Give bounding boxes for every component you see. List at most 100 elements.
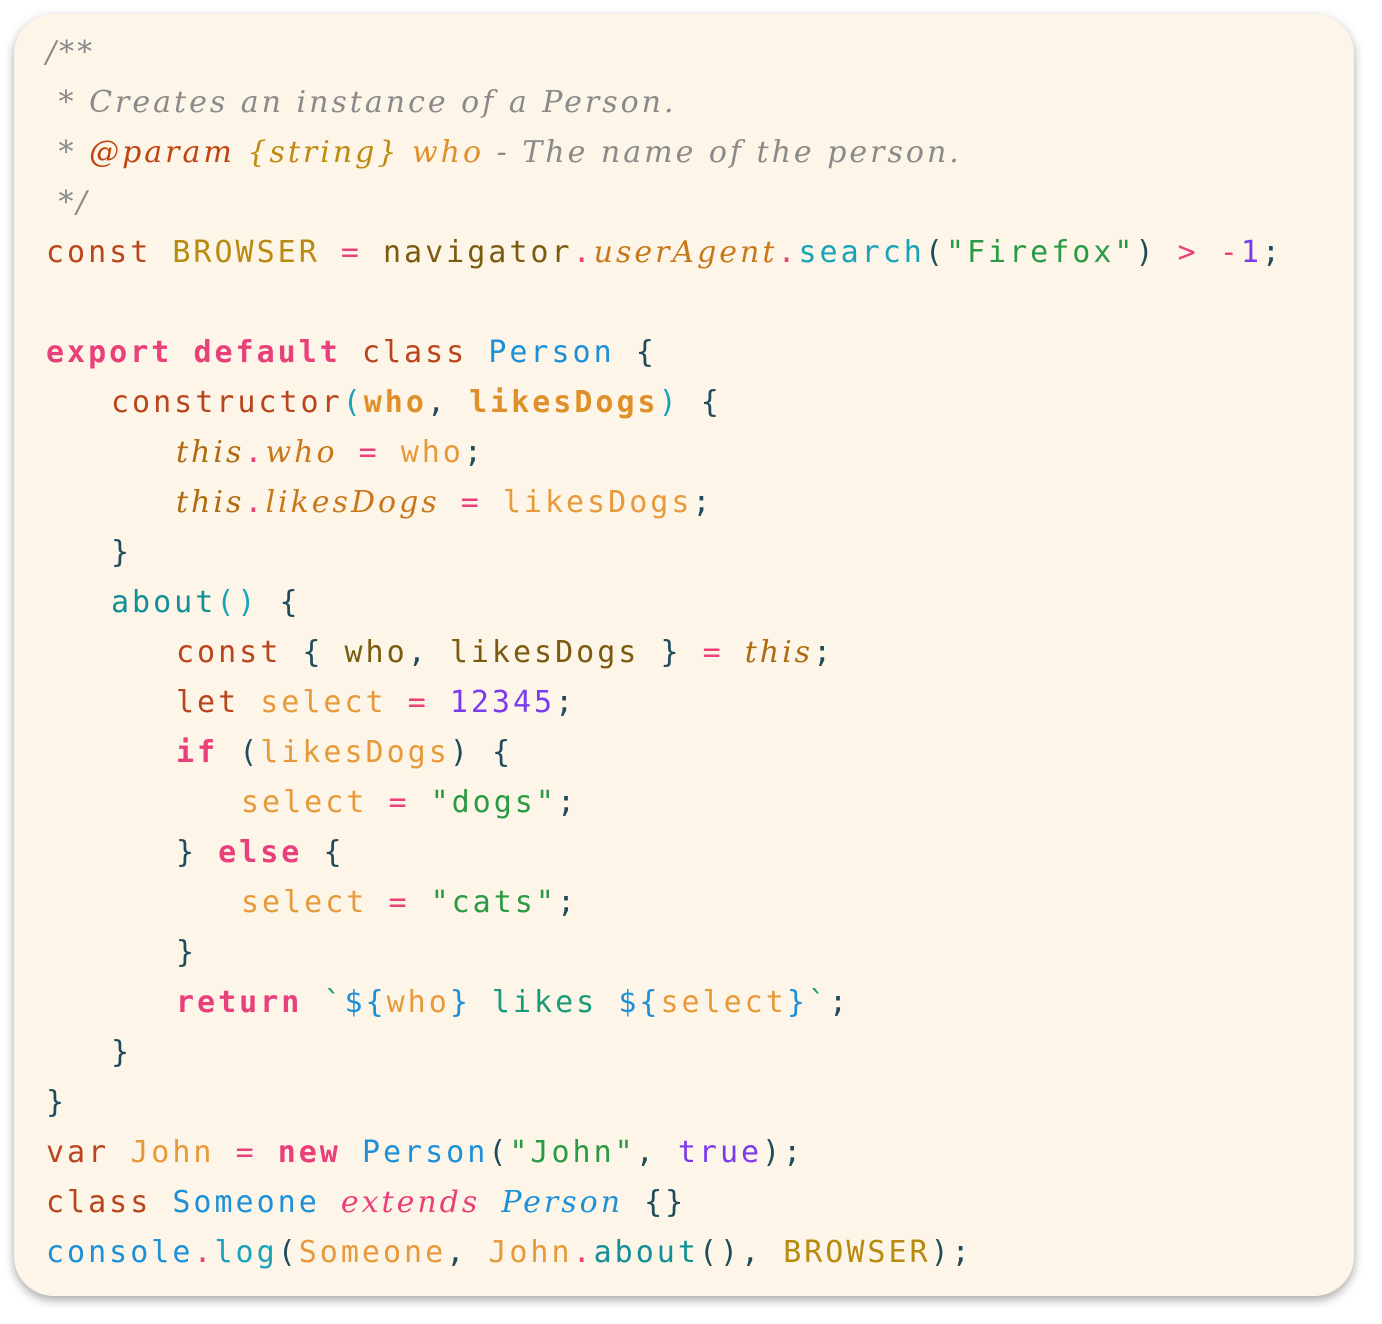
code-card: /** * Creates an instance of a Person. *… xyxy=(14,14,1354,1296)
code-token: ; xyxy=(556,785,578,820)
code-line: } xyxy=(46,528,1283,578)
code-token: . xyxy=(572,235,594,270)
code-token: ` xyxy=(323,985,345,1020)
code-token: ); xyxy=(930,1235,973,1270)
code-line: var John = new Person("John", true); xyxy=(46,1128,1283,1178)
code-token: else xyxy=(218,835,303,870)
code-line: about() { xyxy=(46,578,1283,628)
code-token: BROWSER xyxy=(172,235,320,270)
code-token: { xyxy=(302,635,324,670)
code-token: about xyxy=(593,1235,699,1270)
code-token: "John" xyxy=(509,1135,636,1170)
code-token: who xyxy=(386,985,450,1020)
code-token: } xyxy=(660,635,682,670)
code-token: this xyxy=(176,485,245,520)
code-token: { xyxy=(700,385,722,420)
code-token: , xyxy=(446,1235,489,1270)
code-token: Person xyxy=(501,1185,624,1220)
code-token: } xyxy=(176,835,198,870)
code-token: . xyxy=(244,435,266,470)
code-token: class xyxy=(46,1185,152,1220)
code-token: likesDogs xyxy=(260,735,450,770)
code-token: = xyxy=(407,685,429,720)
code-token: ${ xyxy=(344,985,387,1020)
code-token: search xyxy=(798,235,925,270)
code-token: , xyxy=(741,1235,784,1270)
code-token: who xyxy=(363,385,427,420)
code-token: likesDogs xyxy=(265,485,440,520)
code-token: = xyxy=(358,435,380,470)
code-token: > xyxy=(1177,235,1199,270)
code-token: () xyxy=(698,1235,742,1270)
code-line: if (likesDogs) { xyxy=(46,728,1283,778)
code-token: let xyxy=(176,685,240,720)
code-token: = xyxy=(460,485,482,520)
code-token: likes xyxy=(470,985,619,1020)
code-block: /** * Creates an instance of a Person. *… xyxy=(46,28,1283,1278)
code-line: return `${who} likes ${select}`; xyxy=(46,978,1283,1028)
code-token: 1 xyxy=(1240,235,1262,270)
code-token: "cats" xyxy=(430,885,557,920)
code-token: John xyxy=(488,1235,573,1270)
code-line: class Someone extends Person {} xyxy=(46,1178,1283,1228)
code-token: constructor xyxy=(111,385,343,420)
code-token: } xyxy=(449,985,471,1020)
code-token: } xyxy=(176,935,198,970)
code-token: ); xyxy=(762,1135,805,1170)
code-token: . xyxy=(777,235,799,270)
code-line: console.log(Someone, John.about(), BROWS… xyxy=(46,1228,1283,1278)
code-line: ​ xyxy=(46,278,1283,328)
code-token: ( xyxy=(239,735,261,770)
code-line: select = "dogs"; xyxy=(46,778,1283,828)
code-token: select xyxy=(241,785,368,820)
code-token: const xyxy=(46,235,152,270)
code-token: () xyxy=(216,585,259,620)
code-token: userAgent xyxy=(593,235,778,270)
code-token: } xyxy=(786,985,808,1020)
code-token: Someone xyxy=(298,1235,447,1270)
code-line: const { who, likesDogs } = this; xyxy=(46,628,1283,678)
code-token: who xyxy=(344,635,408,670)
code-token: } xyxy=(46,1085,68,1120)
code-token: select xyxy=(260,685,387,720)
code-token: * xyxy=(46,135,90,170)
code-token: select xyxy=(241,885,368,920)
code-token: likesDogs xyxy=(502,485,693,520)
code-token: { xyxy=(635,335,657,370)
code-line: constructor(who, likesDogs) { xyxy=(46,378,1283,428)
code-token: Person xyxy=(361,1135,489,1170)
code-token: ( xyxy=(488,1135,510,1170)
code-line: export default class Person { xyxy=(46,328,1283,378)
code-token: class xyxy=(361,335,468,370)
code-token: var xyxy=(46,1135,110,1170)
code-line: * @param {string} who - The name of the … xyxy=(46,128,1283,178)
code-token: who xyxy=(399,135,485,170)
code-line: } xyxy=(46,1028,1283,1078)
code-token: ` xyxy=(807,985,829,1020)
code-token: - xyxy=(1219,235,1241,270)
code-token: ; xyxy=(692,485,714,520)
code-token: {string} xyxy=(234,135,400,170)
